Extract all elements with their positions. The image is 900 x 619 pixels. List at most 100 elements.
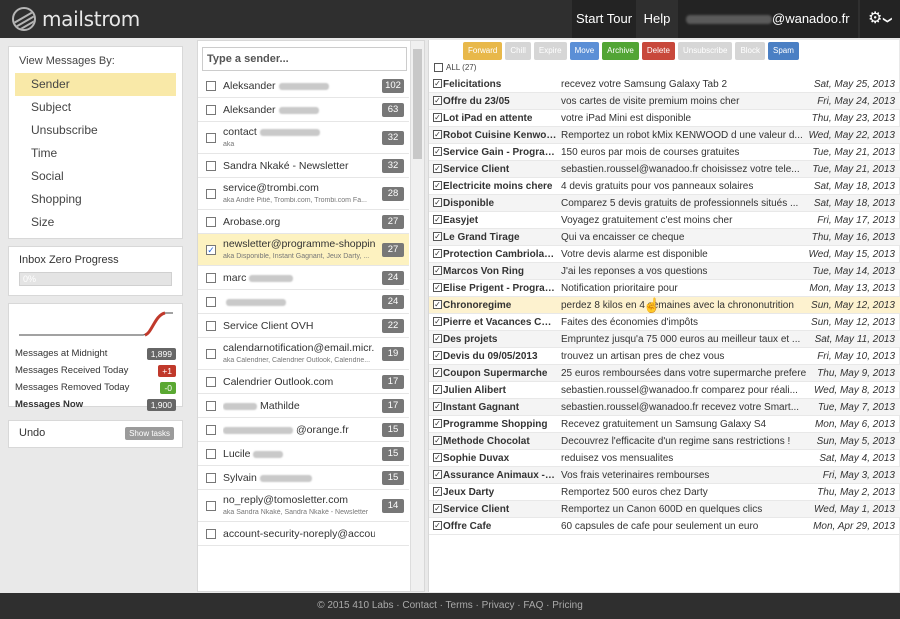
- email-row[interactable]: ✓ Devis du 09/05/2013 trouvez un artisan p…: [429, 348, 900, 365]
- email-checkbox[interactable]: ✓: [433, 385, 442, 394]
- email-checkbox[interactable]: ✓: [433, 266, 442, 275]
- toolbar-expire-button[interactable]: Expire: [533, 42, 567, 60]
- email-row[interactable]: ✓ Elise Prigent - Program... Notification …: [429, 280, 900, 297]
- view-by-time[interactable]: Time: [15, 142, 176, 165]
- email-row[interactable]: ✓ Easyjet Voyagez gratuitement c'est moins…: [429, 212, 900, 229]
- email-checkbox[interactable]: ✓: [433, 368, 442, 377]
- email-checkbox[interactable]: ✓: [433, 334, 442, 343]
- email-checkbox[interactable]: ✓: [433, 79, 442, 88]
- sender-item[interactable]: @orange.fr 15: [198, 418, 409, 442]
- mailstrom-logo[interactable]: mailstrom: [12, 7, 140, 31]
- email-checkbox[interactable]: ✓: [433, 113, 442, 122]
- email-row[interactable]: ✓ Service Client sebastien.roussel@wanadoo…: [429, 161, 900, 178]
- email-row[interactable]: ✓ Marcos Von Ring J'ai les reponses a vos …: [429, 263, 900, 280]
- email-checkbox[interactable]: ✓: [433, 436, 442, 445]
- email-checkbox[interactable]: ✓: [433, 351, 442, 360]
- scrollbar-thumb[interactable]: [413, 49, 422, 159]
- email-row[interactable]: ✓ Service Gain - Program... 150 euros par …: [429, 144, 900, 161]
- sender-checkbox[interactable]: [206, 188, 216, 199]
- sender-checkbox[interactable]: [206, 472, 216, 483]
- email-checkbox[interactable]: ✓: [433, 504, 442, 513]
- toolbar-archive-button[interactable]: Archive: [602, 42, 639, 60]
- email-checkbox[interactable]: ✓: [433, 317, 442, 326]
- show-tasks-button[interactable]: Show tasks: [125, 427, 174, 440]
- email-row[interactable]: ✓ Service Client Remportez un Canon 600D e…: [429, 501, 900, 518]
- email-checkbox[interactable]: ✓: [433, 147, 442, 156]
- email-row[interactable]: ✓ Jeux Darty Remportez 500 euros chez Dart…: [429, 484, 900, 501]
- sender-item[interactable]: account-security-noreply@accou...: [198, 522, 409, 546]
- sender-item[interactable]: ✓ newsletter@programme-shoppin... aka Disp…: [198, 234, 409, 266]
- email-row[interactable]: ✓ Sophie Duvax reduisez vos mensualites Sat…: [429, 450, 900, 467]
- sender-checkbox[interactable]: [206, 448, 216, 459]
- email-checkbox[interactable]: ✓: [433, 487, 442, 496]
- email-row[interactable]: ✓ Electricite moins chere 4 devis gratuits…: [429, 178, 900, 195]
- email-row[interactable]: ✓ Offre Cafe 60 capsules de cafe pour seul…: [429, 518, 900, 535]
- email-row[interactable]: ✓ Lot iPad en attente votre iPad Mini est …: [429, 110, 900, 127]
- email-checkbox[interactable]: ✓: [433, 215, 442, 224]
- email-row[interactable]: ✓ Assurance Animaux - Pr... Vos frais vete…: [429, 467, 900, 484]
- email-checkbox[interactable]: ✓: [433, 181, 442, 190]
- email-checkbox[interactable]: ✓: [433, 164, 442, 173]
- sender-search-input[interactable]: Type a sender...: [202, 47, 407, 71]
- email-row[interactable]: ✓ Offre du 23/05 vos cartes de visite prem…: [429, 93, 900, 110]
- email-checkbox[interactable]: ✓: [433, 283, 442, 292]
- toolbar-unsubscribe-button[interactable]: Unsubscribe: [677, 42, 733, 60]
- view-by-size[interactable]: Size: [15, 211, 176, 234]
- sender-checkbox[interactable]: [206, 348, 216, 359]
- email-row[interactable]: ✓ Protection Cambriolag... Votre devis ala…: [429, 246, 900, 263]
- email-checkbox[interactable]: ✓: [433, 521, 442, 530]
- sender-checkbox[interactable]: [206, 500, 216, 511]
- view-by-sender[interactable]: Sender: [15, 73, 176, 96]
- email-row[interactable]: ✓ Programme Shopping Recevez gratuitement …: [429, 416, 900, 433]
- sender-checkbox[interactable]: ✓: [206, 244, 216, 255]
- sender-item[interactable]: Calendrier Outlook.com 17: [198, 370, 409, 394]
- email-row[interactable]: ✓ Coupon Supermarche 25 euros remboursées …: [429, 365, 900, 382]
- toolbar-chill-button[interactable]: Chill: [505, 42, 531, 60]
- email-row[interactable]: ✓ Disponible Comparez 5 devis gratuits de …: [429, 195, 900, 212]
- email-row[interactable]: ✓ Instant Gagnant sebastien.roussel@wanado…: [429, 399, 900, 416]
- settings-gear-icon[interactable]: ⚙❯: [860, 0, 900, 38]
- toolbar-delete-button[interactable]: Delete: [641, 42, 675, 60]
- sender-checkbox[interactable]: [206, 272, 216, 283]
- sender-item[interactable]: Aleksander 102: [198, 74, 409, 98]
- toolbar-spam-button[interactable]: Spam: [768, 42, 799, 60]
- sender-checkbox[interactable]: [206, 400, 216, 411]
- email-row[interactable]: ✓ Felicitations recevez votre Samsung Gala…: [429, 76, 900, 93]
- email-checkbox[interactable]: ✓: [433, 300, 442, 309]
- view-by-subject[interactable]: Subject: [15, 96, 176, 119]
- sender-checkbox[interactable]: [206, 320, 216, 331]
- toolbar-forward-button[interactable]: Forward: [463, 42, 503, 60]
- email-row[interactable]: ✓ Robot Cuisine Kenwoo... Remportez un rob…: [429, 127, 900, 144]
- select-all-row[interactable]: ALL (27): [434, 63, 476, 73]
- sender-checkbox[interactable]: [206, 104, 216, 115]
- email-checkbox[interactable]: ✓: [433, 249, 442, 258]
- email-row[interactable]: ✓ Methode Chocolat Decouvrez l'efficacite …: [429, 433, 900, 450]
- sender-checkbox[interactable]: [206, 216, 216, 227]
- email-checkbox[interactable]: ✓: [433, 402, 442, 411]
- sender-checkbox[interactable]: [206, 80, 216, 91]
- email-checkbox[interactable]: ✓: [433, 198, 442, 207]
- email-row[interactable]: ✓ Julien Alibert sebastien.roussel@wanadoo…: [429, 382, 900, 399]
- email-row[interactable]: ✓ Le Grand Tirage Qui va encaisser ce cheq…: [429, 229, 900, 246]
- sender-item[interactable]: Mathilde 17: [198, 394, 409, 418]
- email-row[interactable]: ✓ Chronoregime perdez 8 kilos en 4 semaine…: [429, 297, 900, 314]
- sender-item[interactable]: Aleksander 63: [198, 98, 409, 122]
- sender-list-scrollbar[interactable]: [410, 41, 424, 591]
- select-all-checkbox[interactable]: [434, 63, 443, 73]
- email-checkbox[interactable]: ✓: [433, 453, 442, 462]
- sender-checkbox[interactable]: [206, 528, 216, 539]
- sender-item[interactable]: contact aka 32: [198, 122, 409, 154]
- email-checkbox[interactable]: ✓: [433, 419, 442, 428]
- sender-item[interactable]: Lucile 15: [198, 442, 409, 466]
- sender-checkbox[interactable]: [206, 160, 216, 171]
- sender-item[interactable]: Service Client OVH 22: [198, 314, 409, 338]
- email-row[interactable]: ✓ Des projets Empruntez jusqu'a 75 000 eur…: [429, 331, 900, 348]
- toolbar-move-button[interactable]: Move: [569, 42, 600, 60]
- sender-item[interactable]: calendarnotification@email.micr... aka Ca…: [198, 338, 409, 370]
- email-row[interactable]: ✓ Pierre et Vacances Cons... Faites des éc…: [429, 314, 900, 331]
- sender-checkbox[interactable]: [206, 132, 216, 143]
- sender-checkbox[interactable]: [206, 296, 216, 307]
- toolbar-block-button[interactable]: Block: [735, 42, 765, 60]
- email-checkbox[interactable]: ✓: [433, 130, 442, 139]
- sender-checkbox[interactable]: [206, 376, 216, 387]
